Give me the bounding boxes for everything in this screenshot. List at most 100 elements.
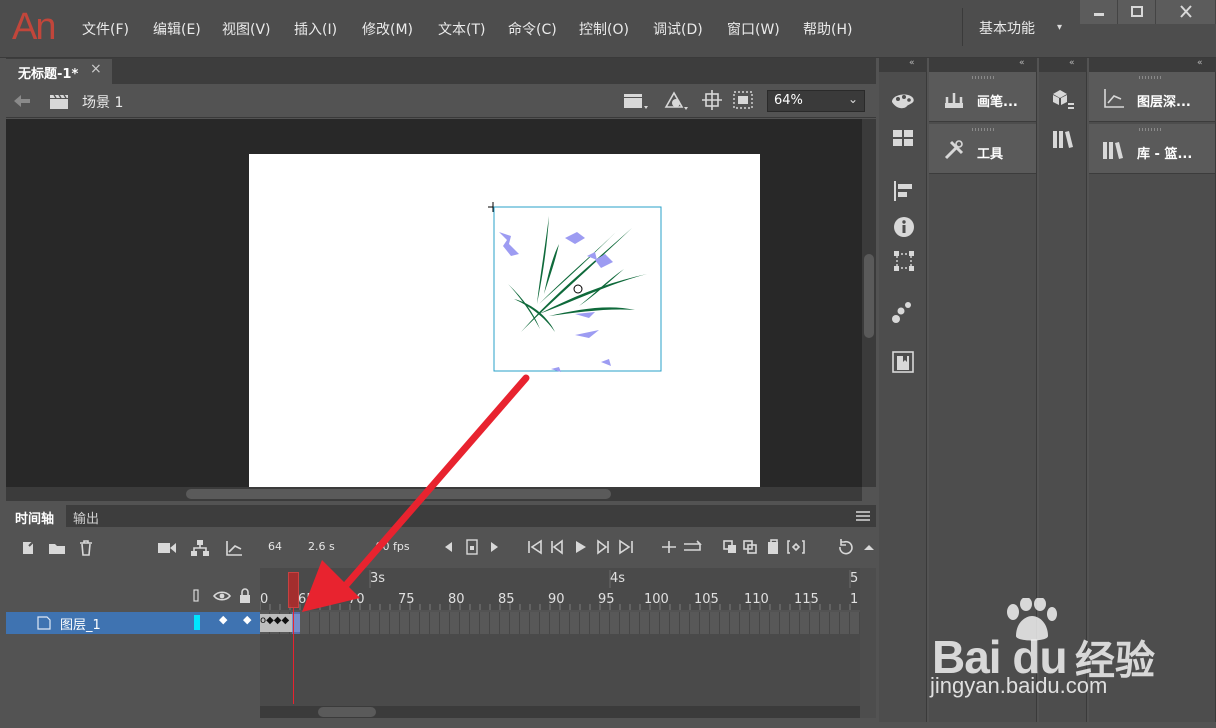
clip-content-icon[interactable] [732,90,754,110]
menu-view[interactable]: 视图(V) [222,19,271,39]
frame-label: 105 [694,592,719,607]
frame-stepper[interactable] [440,538,506,556]
loop-controls[interactable] [660,538,708,556]
step-back-frame-icon [551,539,563,555]
properties-icon[interactable] [1051,88,1075,112]
tab-timeline[interactable]: 时间轴 [6,505,66,527]
back-arrow-icon[interactable] [12,93,32,109]
frame-label: 65 [298,592,315,607]
tab-output[interactable]: 输出 [73,508,99,527]
layer-column-icons [193,588,250,603]
loop-icon [684,540,702,551]
menu-insert[interactable]: 插入(I) [294,19,337,39]
menu-modify[interactable]: 修改(M) [362,19,413,39]
frame-ruler[interactable]: 3s 4s 5 0 65 70 75 80 85 90 95 100 105 1… [260,568,860,610]
menu-text[interactable]: 文本(T) [438,19,485,39]
panel-tools[interactable]: 工具 [929,124,1036,174]
menu-control[interactable]: 控制(O) [579,19,629,39]
library-icon [1103,142,1123,159]
dock-header[interactable]: « [929,58,1037,72]
panel-layer-depth-label: 图层深... [1137,95,1191,110]
zoom-select[interactable]: 64% ⌄ [767,90,865,112]
time-marker-4s: 4s [610,571,626,586]
motion-presets-icon[interactable] [891,300,915,324]
stage-vertical-scrollbar[interactable] [862,119,876,487]
edit-symbols-icon[interactable] [662,89,690,113]
elapsed-time[interactable]: 2.6 s [308,540,335,553]
layer-color-swatch[interactable] [194,615,200,630]
trash-icon[interactable] [78,539,94,557]
go-to-first-icon [528,539,542,555]
menu-file[interactable]: 文件(F) [82,19,129,39]
dock-header[interactable]: « [1039,58,1087,72]
playback-controls[interactable] [526,538,638,556]
workspace-label: 基本功能 [979,21,1035,37]
close-icon [1180,5,1192,18]
scrollbar-thumb[interactable] [186,489,611,499]
scrollbar-thumb[interactable] [864,254,874,338]
menu-window[interactable]: 窗口(W) [727,19,780,39]
brush-library-icon [945,93,963,108]
tab-close-icon[interactable]: × [90,61,102,77]
panel-library[interactable]: 库 - 篮... [1089,124,1215,174]
panel-layer-depth[interactable]: 图层深... [1089,72,1215,122]
onion-skin-controls[interactable] [722,538,808,556]
document-tab[interactable]: 无标题-1* × [6,59,112,84]
panel-menu-icon[interactable] [856,511,870,521]
panel-brush[interactable]: 画笔... [929,72,1036,122]
playhead-handle[interactable] [288,572,299,608]
color-palette-icon[interactable] [889,90,917,112]
info-icon[interactable] [893,216,915,238]
maximize-button[interactable] [1118,0,1156,24]
layer-lock-dot[interactable]: ◆ [243,613,251,626]
swatches-icon[interactable] [891,128,915,148]
menu-edit[interactable]: 编辑(E) [153,19,201,39]
panel-dock-2: 图层深... 库 - 篮... [1089,72,1216,722]
panel-library-label: 库 - 篮... [1137,147,1193,162]
document-tab-label: 无标题-1* [18,67,79,82]
timeline-vertical-scrollbar[interactable] [860,568,876,718]
layer-name[interactable]: 图层_1 [60,614,101,633]
library-icon[interactable] [1051,128,1077,150]
panel-tools-label: 工具 [977,147,1004,162]
layer-list-empty-area [6,634,260,710]
frame-label: 80 [448,592,465,607]
frame-label: 95 [598,592,615,607]
keyframe-markers: o◆◆◆ [260,615,290,626]
frame-label: 70 [348,592,365,607]
layer-depth-icon[interactable] [225,540,243,556]
transform-icon[interactable] [893,250,915,272]
frame-label: 110 [744,592,769,607]
camera-icon[interactable] [157,541,177,555]
dock-header[interactable]: « [879,58,927,72]
frame-track[interactable]: o◆◆◆ [260,612,860,634]
layer-visible-dot[interactable]: ◆ [219,613,227,626]
menu-help[interactable]: 帮助(H) [803,19,852,39]
minimize-button[interactable] [1080,0,1118,24]
pasteboard[interactable] [6,119,862,487]
sync-undo-icon[interactable] [834,538,874,556]
timeline-horizontal-scrollbar[interactable] [260,706,860,718]
watermark-url: jingyan.baidu.com [930,673,1108,698]
current-frame[interactable]: 64 [268,540,282,553]
center-stage-icon[interactable] [702,90,722,110]
layer-parenting-icon[interactable] [190,539,210,557]
frame-label: 1 [850,592,859,607]
close-window-button[interactable] [1156,0,1216,24]
components-icon[interactable] [891,350,915,374]
menu-commands[interactable]: 命令(C) [508,19,557,39]
new-layer-icon[interactable] [20,540,36,556]
menu-debug[interactable]: 调试(D) [653,19,703,39]
lock-icon [240,595,250,603]
stage-horizontal-scrollbar[interactable] [6,487,862,501]
dock-header[interactable]: « [1089,58,1216,72]
edit-scene-icon[interactable] [622,90,650,112]
step-forward-icon [491,542,498,552]
transform-point[interactable] [573,284,583,294]
workspace-switcher[interactable]: 基本功能 ▾ [962,8,1080,46]
stage[interactable] [249,154,760,487]
align-icon[interactable] [893,180,915,202]
frame-rate[interactable]: .00 fps [372,540,410,553]
new-folder-icon[interactable] [48,540,66,556]
scrollbar-thumb[interactable] [318,707,376,717]
